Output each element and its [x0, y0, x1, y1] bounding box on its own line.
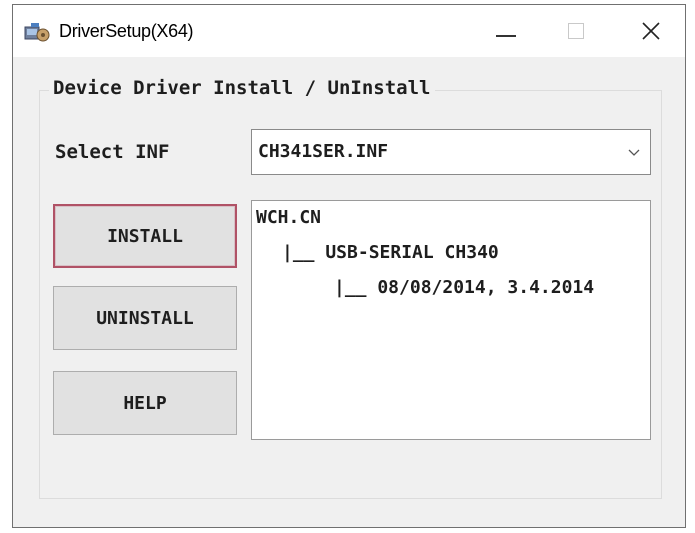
close-button[interactable]: [616, 5, 686, 57]
driver-setup-icon: [24, 23, 50, 42]
driver-info-box: WCH.CN |__ USB-SERIAL CH340 |__ 08/08/20…: [251, 200, 651, 440]
window-title: DriverSetup(X64): [59, 21, 194, 41]
driver-version: |__ 08/08/2014, 3.4.2014: [334, 277, 595, 298]
chevron-down-icon[interactable]: [626, 144, 642, 160]
driver-device: |__ USB-SERIAL CH340: [282, 242, 499, 263]
maximize-icon: [568, 23, 584, 39]
title-bar[interactable]: DriverSetup(X64): [13, 5, 685, 57]
groupbox-title: Device Driver Install / UnInstall: [49, 77, 435, 99]
inf-select-value: CH341SER.INF: [258, 141, 389, 162]
maximize-button[interactable]: [541, 5, 611, 57]
install-button[interactable]: INSTALL: [53, 204, 237, 268]
close-icon: [642, 22, 660, 40]
driver-setup-window: DriverSetup(X64) Device Driver Install /…: [12, 4, 686, 528]
minimize-button[interactable]: [471, 5, 541, 57]
minimize-icon: [496, 35, 516, 37]
select-inf-label: Select INF: [55, 141, 170, 163]
inf-select-dropdown[interactable]: CH341SER.INF: [251, 129, 651, 175]
uninstall-button[interactable]: UNINSTALL: [53, 286, 237, 350]
driver-vendor: WCH.CN: [256, 207, 322, 228]
help-button[interactable]: HELP: [53, 371, 237, 435]
